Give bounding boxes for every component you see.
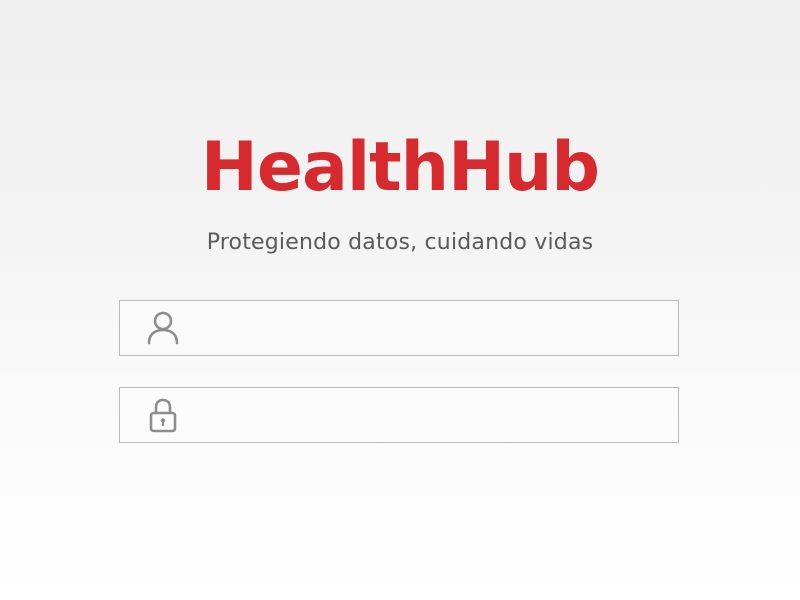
password-field[interactable] xyxy=(119,387,679,443)
brand-logo-title: HealthHub xyxy=(200,128,600,207)
lock-icon xyxy=(149,398,177,433)
username-input[interactable] xyxy=(196,301,666,354)
username-field[interactable] xyxy=(119,300,679,356)
login-screen: HealthHub Protegiendo datos, cuidando vi… xyxy=(0,0,800,600)
user-icon xyxy=(147,311,179,345)
tagline: Protegiendo datos, cuidando vidas xyxy=(206,230,594,255)
password-input[interactable] xyxy=(196,388,666,441)
